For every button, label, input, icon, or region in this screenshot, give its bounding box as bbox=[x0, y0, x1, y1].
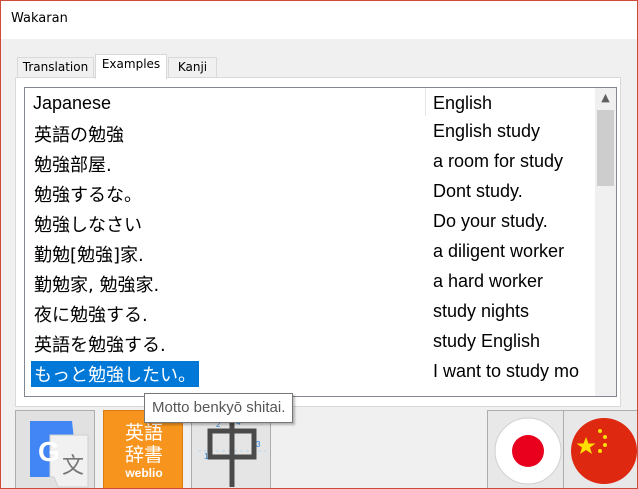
title-bar: Wakaran bbox=[1, 1, 637, 39]
romaji-tooltip: Motto benkyō shitai. bbox=[144, 393, 294, 423]
scroll-thumb[interactable] bbox=[597, 110, 614, 186]
japanese-text: 勉強するな。 bbox=[34, 185, 142, 206]
column-separator[interactable] bbox=[425, 88, 426, 116]
scroll-up-arrow-icon[interactable]: ▲ bbox=[595, 88, 616, 108]
list-header: Japanese English bbox=[25, 88, 595, 118]
china-language-button[interactable] bbox=[563, 410, 637, 488]
tab-translation[interactable]: Translation bbox=[17, 57, 94, 78]
english-text: study English bbox=[433, 331, 541, 351]
weblio-brand: weblio bbox=[124, 466, 162, 480]
tab-kanji[interactable]: Kanji bbox=[168, 57, 217, 78]
svg-text:G: G bbox=[38, 436, 60, 467]
english-text: Do your study. bbox=[433, 211, 548, 231]
japanese-text: もっと勉強したい。 bbox=[30, 360, 200, 388]
english-text: a diligent worker bbox=[433, 241, 565, 261]
list-item[interactable]: 勉強しなさい Do your study. bbox=[25, 208, 595, 238]
list-item[interactable]: 夜に勉強する. study nights bbox=[25, 298, 595, 328]
japanese-text: 勉強しなさい bbox=[34, 215, 142, 236]
tab-examples[interactable]: Examples bbox=[95, 54, 167, 79]
japanese-text: 英語を勉強する. bbox=[34, 335, 166, 356]
japan-flag-icon bbox=[494, 417, 562, 485]
list-item[interactable]: 英語の勉強 English study bbox=[25, 118, 595, 148]
list-item[interactable]: 勤勉[勉強]家. a diligent worker bbox=[25, 238, 595, 268]
service-button-bar: G 文 英語 辞書 weblio 1 2 3 4 bbox=[1, 407, 637, 488]
japanese-text: 英語の勉強 bbox=[34, 125, 124, 146]
english-text: a room for study bbox=[433, 151, 564, 171]
list-item[interactable]: 勤勉家, 勉強家. a hard worker bbox=[25, 268, 595, 298]
english-text: a hard worker bbox=[433, 271, 544, 291]
list-item[interactable]: 英語を勉強する. study English bbox=[25, 328, 595, 358]
column-header-japanese[interactable]: Japanese bbox=[33, 93, 111, 114]
svg-text:文: 文 bbox=[62, 454, 84, 479]
google-translate-icon: G 文 bbox=[30, 421, 89, 488]
google-translate-button[interactable]: G 文 bbox=[15, 410, 95, 488]
japan-language-button[interactable] bbox=[487, 410, 567, 488]
app-window: Wakaran Translation Examples Kanji Japan… bbox=[0, 0, 638, 489]
english-text: Dont study. bbox=[433, 181, 523, 201]
weblio-line1: 英語 bbox=[125, 422, 163, 444]
japanese-text: 勤勉家, 勉強家. bbox=[34, 275, 160, 296]
english-text: English study bbox=[433, 121, 541, 141]
list-item-selected[interactable]: もっと勉強したい。 I want to study mo bbox=[25, 358, 595, 388]
japanese-text: 夜に勉強する. bbox=[34, 305, 148, 326]
list-rows: 英語の勉強 English study 勉強部屋. a room for stu… bbox=[25, 118, 595, 388]
japanese-text: 勉強部屋. bbox=[34, 155, 112, 176]
list-item[interactable]: 勉強部屋. a room for study bbox=[25, 148, 595, 178]
window-title: Wakaran bbox=[11, 11, 68, 26]
svg-text:3: 3 bbox=[256, 440, 261, 449]
weblio-line2: 辞書 bbox=[125, 444, 163, 466]
japanese-text: 勤勉[勉強]家. bbox=[34, 245, 144, 266]
svg-text:1: 1 bbox=[204, 452, 209, 461]
english-text: I want to study mo bbox=[433, 361, 580, 381]
english-text: study nights bbox=[433, 301, 530, 321]
china-flag-icon bbox=[571, 418, 637, 484]
vertical-scrollbar[interactable]: ▲ bbox=[595, 88, 616, 396]
column-header-english[interactable]: English bbox=[433, 93, 492, 114]
examples-list[interactable]: Japanese English 英語の勉強 English study 勉強部… bbox=[24, 87, 617, 397]
list-item[interactable]: 勉強するな。 Dont study. bbox=[25, 178, 595, 208]
